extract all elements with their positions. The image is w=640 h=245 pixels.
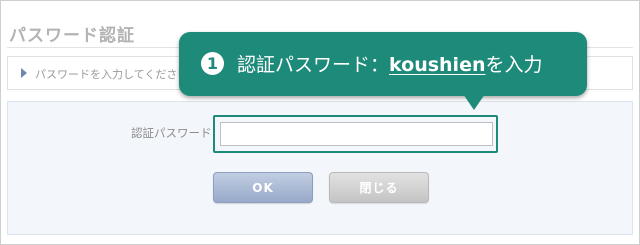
callout-password: koushien — [389, 54, 486, 76]
callout-pointer — [463, 94, 485, 110]
callout-prefix: 認証パスワード： — [237, 54, 390, 76]
triangle-right-icon — [21, 68, 27, 78]
password-field-label: 認証パスワード — [131, 126, 212, 140]
instruction-callout: 1 認証パスワード：koushienを入力 — [179, 32, 587, 96]
ok-button[interactable]: OK — [213, 172, 313, 203]
callout-text: 認証パスワード：koushienを入力 — [237, 50, 543, 77]
step-number-badge: 1 — [201, 52, 224, 75]
callout-suffix: を入力 — [485, 54, 543, 76]
dialog-title: パスワード認証 — [9, 26, 135, 46]
close-button[interactable]: 閉じる — [329, 172, 429, 203]
input-highlight-frame — [213, 115, 498, 153]
notice-text: パスワードを入力してください — [35, 68, 189, 81]
